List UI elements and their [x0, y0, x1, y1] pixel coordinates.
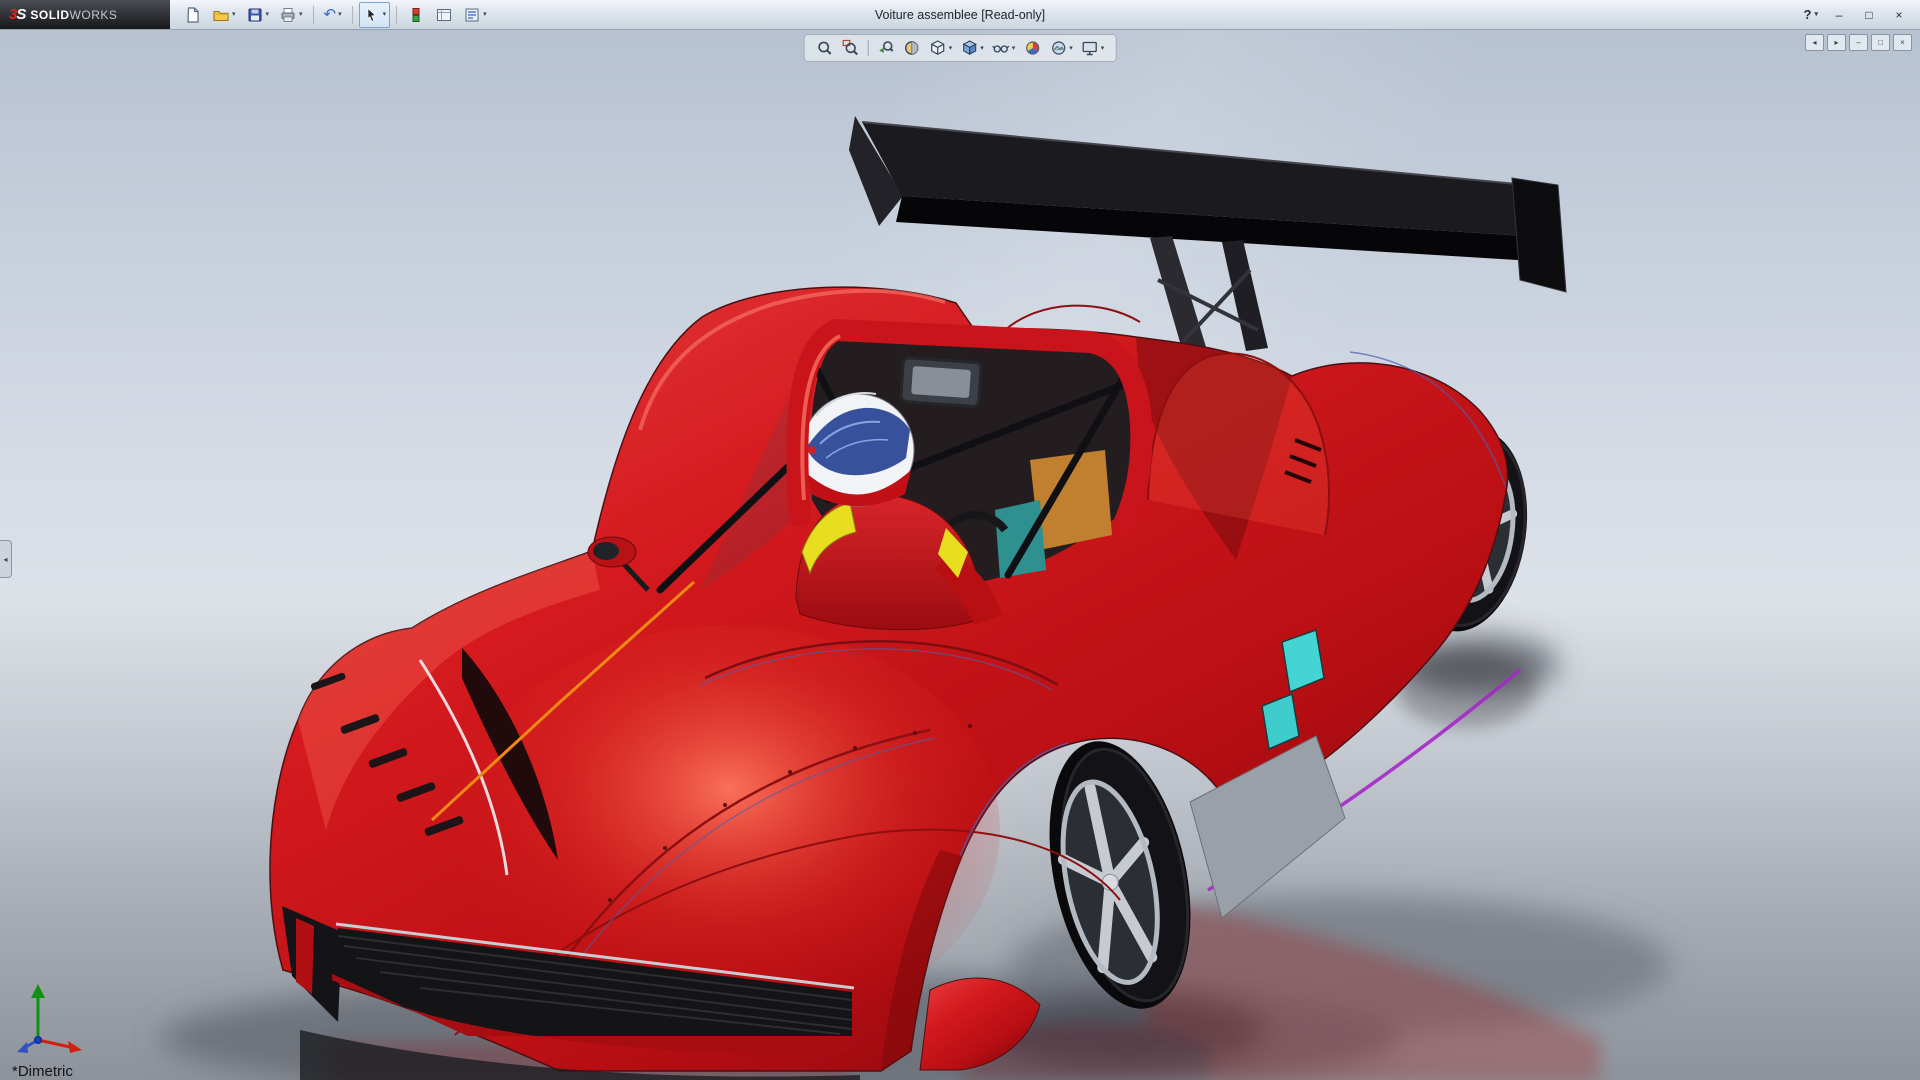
select-button[interactable]: ▾ [358, 1, 391, 28]
dropdown-arrow-icon[interactable]: ▾ [483, 11, 487, 18]
open-folder-icon [213, 10, 229, 21]
solidworks-logo: 3S SOLIDWORKS [0, 0, 170, 29]
glasses-icon [992, 45, 1010, 53]
file-properties-button[interactable] [431, 2, 457, 28]
doc-minimize-button[interactable]: – [1849, 34, 1868, 51]
file-properties-icon [437, 8, 452, 21]
toolbar-separator [867, 40, 869, 56]
z-axis-arrow [17, 1042, 28, 1053]
dropdown-arrow-icon[interactable]: ▾ [338, 11, 342, 18]
doc-restore-button[interactable]: □ [1871, 34, 1890, 51]
dropdown-arrow-icon[interactable]: ▾ [266, 11, 270, 18]
toolbar-separator [351, 5, 353, 24]
title-bar: 3S SOLIDWORKS ▾ ▾ ▾ ↶ ▾ ▾ ▾ Voiture asse… [0, 0, 1920, 30]
open-button[interactable]: ▾ [208, 2, 240, 28]
view-orientation-label: *Dimetric [12, 1063, 73, 1080]
view-settings-button[interactable]: ▾ [1078, 37, 1108, 59]
view-orientation-button[interactable]: ▾ [926, 37, 956, 59]
zoom-to-fit-button[interactable] [813, 37, 837, 59]
toolbar-separator [312, 5, 314, 24]
3ds-logo-mark: 3S [9, 6, 26, 23]
coordinate-triad [17, 984, 82, 1053]
titlebar-right-controls: ? ▾ – □ × [1804, 6, 1920, 24]
print-button[interactable]: ▾ [275, 2, 307, 28]
help-button[interactable]: ? ▾ [1804, 7, 1818, 22]
feature-pane-collapse-tab[interactable]: ◂ [0, 540, 12, 578]
viewport-corner-controls: ◂ ▸ – □ × [1805, 34, 1912, 51]
dropdown-arrow-icon[interactable]: ▾ [1012, 45, 1016, 52]
undo-arrow-icon: ↶ [323, 5, 337, 23]
document-title: Voiture assemblee [Read-only] [874, 7, 1046, 22]
rear-view-mirror [899, 356, 983, 408]
display-style-button[interactable]: ▾ [957, 37, 987, 59]
apply-scene-button[interactable]: ▾ [1046, 37, 1076, 59]
toolbar-separator [396, 5, 398, 24]
select-cursor-icon [367, 7, 376, 22]
help-label: ? [1803, 7, 1812, 22]
doc-close-button[interactable]: × [1893, 34, 1912, 51]
options-form-icon [465, 8, 479, 21]
heads-up-view-toolbar: ▾ ▾ ▾ ▾ ▾ [803, 34, 1117, 62]
new-document-icon [187, 6, 199, 23]
section-view-icon [905, 41, 919, 55]
cockpit-teal-panel [995, 500, 1046, 578]
y-axis-arrow [31, 984, 45, 998]
magnifier-area-icon [842, 39, 858, 56]
zoom-to-area-button[interactable] [839, 37, 863, 59]
expand-pane-right-button[interactable]: ▸ [1827, 34, 1846, 51]
dropdown-arrow-icon[interactable]: ▾ [299, 11, 303, 18]
scene-ball-icon [1051, 41, 1065, 55]
printer-icon [281, 7, 295, 22]
edit-appearance-button[interactable] [1020, 37, 1044, 59]
dropdown-arrow-icon[interactable]: ▾ [1814, 11, 1818, 18]
previous-view-button[interactable] [874, 37, 898, 59]
x-axis-arrow [68, 1041, 82, 1053]
graphics-viewport[interactable]: ▾ ▾ ▾ ▾ ▾ ◂ ▸ – □ × ◂ *Dimetric [0, 30, 1920, 1080]
triad-origin [34, 1036, 42, 1044]
solidworks-window: 3S SOLIDWORKS ▾ ▾ ▾ ↶ ▾ ▾ ▾ Voiture asse… [0, 0, 1920, 1080]
dropdown-arrow-icon[interactable]: ▾ [980, 45, 984, 52]
section-view-button[interactable] [900, 37, 924, 59]
model-render-race-car[interactable] [0, 30, 1920, 1080]
brand-name: SOLIDWORKS [30, 7, 118, 22]
dropdown-arrow-icon[interactable]: ▾ [949, 45, 953, 52]
display-states-icon [412, 7, 420, 22]
monitor-icon [1082, 41, 1097, 56]
display-states-button[interactable] [403, 2, 429, 28]
close-button[interactable]: × [1890, 6, 1908, 24]
view-cube-icon [931, 40, 945, 55]
magnifier-icon [818, 41, 832, 55]
appearance-ball-icon [1025, 41, 1039, 55]
save-floppy-icon [248, 8, 262, 21]
undo-button[interactable]: ↶ ▾ [320, 2, 346, 28]
dropdown-arrow-icon[interactable]: ▾ [383, 11, 387, 18]
collapse-pane-left-button[interactable]: ◂ [1805, 34, 1824, 51]
hide-show-items-button[interactable]: ▾ [989, 37, 1019, 59]
dropdown-arrow-icon[interactable]: ▾ [1069, 45, 1073, 52]
save-button[interactable]: ▾ [242, 2, 274, 28]
previous-view-icon [879, 41, 894, 53]
main-toolbar: ▾ ▾ ▾ ↶ ▾ ▾ ▾ [170, 1, 491, 28]
shaded-cube-icon [962, 40, 977, 56]
dropdown-arrow-icon[interactable]: ▾ [232, 11, 236, 18]
minimize-button[interactable]: – [1830, 6, 1848, 24]
driver-helmet [801, 392, 915, 507]
dropdown-arrow-icon[interactable]: ▾ [1101, 45, 1105, 52]
options-button[interactable]: ▾ [459, 2, 491, 28]
new-button[interactable] [180, 2, 206, 28]
restore-button[interactable]: □ [1860, 6, 1878, 24]
